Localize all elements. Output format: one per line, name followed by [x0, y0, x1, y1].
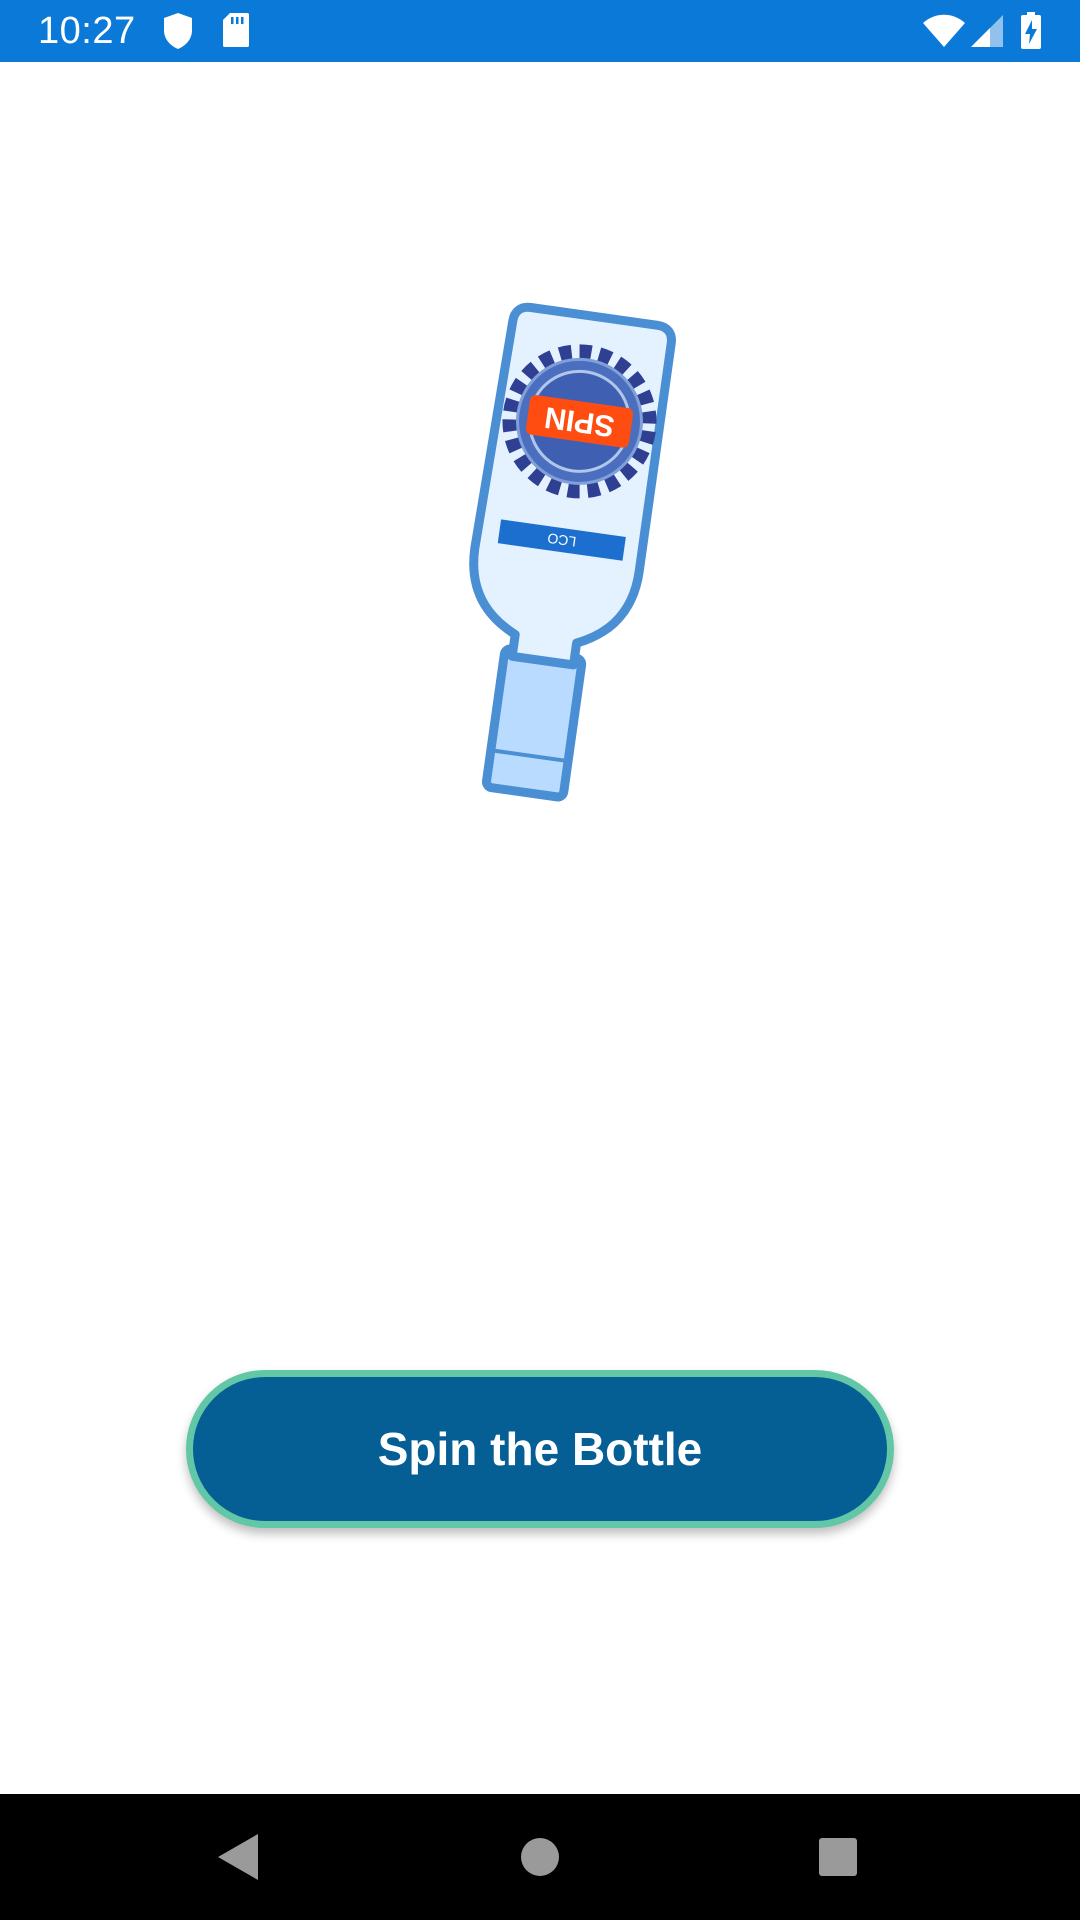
back-icon[interactable] — [208, 1826, 270, 1888]
home-icon[interactable] — [509, 1826, 571, 1888]
navigation-bar — [0, 1794, 1080, 1920]
recents-icon[interactable] — [807, 1826, 869, 1888]
battery-charging-icon — [1020, 12, 1042, 50]
sd-card-icon — [222, 12, 250, 50]
spin-the-bottle-button[interactable]: Spin the Bottle — [186, 1370, 894, 1528]
cell-signal-icon — [970, 14, 1004, 52]
shield-icon — [162, 12, 194, 50]
spinning-bottle: SPIN LCO — [420, 300, 700, 840]
status-time: 10:27 — [38, 10, 136, 52]
app-screen: 10:27 SPIN LCO Spin the Bottle — [0, 0, 1080, 1920]
spin-button-label: Spin the Bottle — [377, 1423, 703, 1475]
wifi-icon — [922, 14, 966, 52]
status-bar: 10:27 — [0, 0, 1080, 62]
